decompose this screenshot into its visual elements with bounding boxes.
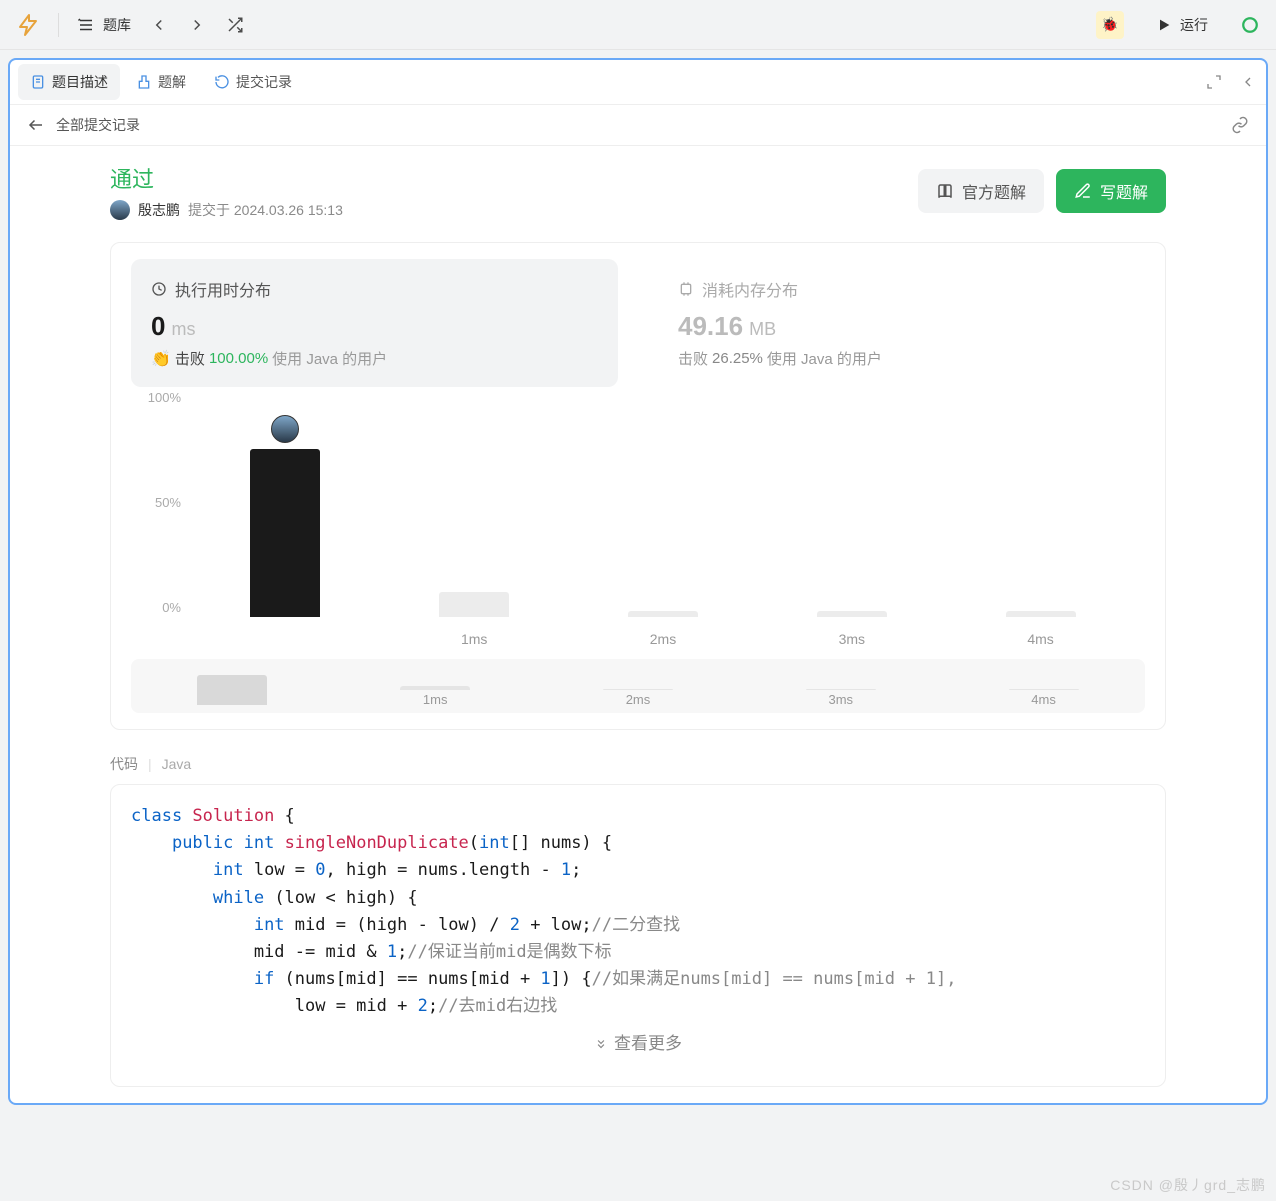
chart-xtick: 3ms (757, 631, 946, 647)
chart-xtick: 2ms (569, 631, 758, 647)
chart-bar (946, 397, 1135, 617)
collapse-icon[interactable] (1238, 72, 1258, 92)
run-label: 运行 (1180, 15, 1208, 35)
link-icon[interactable] (1230, 115, 1250, 135)
shuffle-icon[interactable] (225, 15, 245, 35)
submitted-at: 2024.03.26 15:13 (234, 202, 343, 218)
runtime-unit: ms (171, 319, 195, 340)
avatar (110, 200, 130, 220)
submitted-prefix: 提交于 (188, 202, 230, 218)
memory-title: 消耗内存分布 (702, 277, 798, 301)
list-icon[interactable]: 题库 (77, 15, 131, 35)
prev-icon[interactable] (149, 15, 169, 35)
runtime-beats-percent: 100.00% (209, 350, 268, 367)
chart-xtick: 4ms (946, 631, 1135, 647)
runtime-value: 0 (151, 311, 165, 342)
tab-bar: 题目描述 题解 提交记录 (10, 60, 1266, 105)
memory-unit: MB (749, 319, 776, 340)
memory-stat[interactable]: 消耗内存分布 49.16 MB 击败 26.25% 使用 Java 的用户 (658, 259, 1145, 387)
runtime-title: 执行用时分布 (175, 277, 271, 301)
all-submissions-label: 全部提交记录 (56, 115, 140, 135)
back-arrow-icon[interactable] (26, 115, 46, 135)
chart-xtick: 1ms (380, 631, 569, 647)
chart-marker-icon (271, 415, 299, 443)
chart-xtick (191, 631, 380, 647)
tab-solution-label: 题解 (158, 72, 186, 92)
tab-description-label: 题目描述 (52, 72, 108, 92)
clap-icon: 👏 (151, 349, 171, 369)
runtime-beats-prefix: 击败 (175, 348, 205, 369)
debug-badge-icon[interactable]: 🐞 (1096, 11, 1124, 39)
library-label: 题库 (103, 15, 131, 35)
memory-beats-suffix: 使用 Java 的用户 (767, 348, 882, 369)
chart-ytick: 100% (131, 390, 181, 405)
app-logo (16, 13, 40, 37)
top-toolbar: 题库 🐞 运行 (0, 0, 1276, 50)
memory-beats-percent: 26.25% (712, 350, 763, 367)
tab-submissions[interactable]: 提交记录 (202, 64, 304, 100)
main-panel: 题目描述 题解 提交记录 全部提交记录 通过 殷志鹏 提交于 2 (8, 58, 1268, 1105)
chart-bar (191, 397, 380, 617)
author-name: 殷志鹏 (138, 200, 180, 220)
code-block: class Solution { public int singleNonDup… (110, 784, 1166, 1087)
official-solution-label: 官方题解 (962, 179, 1026, 203)
toolbar-divider (58, 13, 59, 37)
code-header: 代码 | Java (110, 754, 1166, 774)
chart-ytick: 0% (131, 600, 181, 615)
memory-beats-prefix: 击败 (678, 348, 708, 369)
runtime-chart: 100%50%0% 1ms2ms3ms4ms (131, 397, 1145, 647)
memory-value: 49.16 (678, 311, 743, 342)
sub-header: 全部提交记录 (10, 105, 1266, 146)
view-more-button[interactable]: 查看更多 (131, 1021, 1145, 1068)
tab-description[interactable]: 题目描述 (18, 64, 120, 100)
run-button[interactable]: 运行 (1142, 9, 1222, 41)
chart-minimap[interactable]: 1ms2ms3ms4ms (131, 659, 1145, 713)
chart-ytick: 50% (131, 495, 181, 510)
runtime-stat[interactable]: 执行用时分布 0 ms 👏 击败 100.00% 使用 Java 的用户 (131, 259, 618, 387)
code-header-label: 代码 (110, 754, 138, 774)
write-solution-button[interactable]: 写题解 (1056, 169, 1166, 213)
chart-bar (569, 397, 758, 617)
view-more-label: 查看更多 (614, 1031, 682, 1058)
runtime-beats-suffix: 使用 Java 的用户 (272, 348, 387, 369)
next-icon[interactable] (187, 15, 207, 35)
expand-icon[interactable] (1204, 72, 1224, 92)
chart-bar (757, 397, 946, 617)
status-indicator-icon (1240, 15, 1260, 35)
write-solution-label: 写题解 (1100, 179, 1148, 203)
stats-card: 执行用时分布 0 ms 👏 击败 100.00% 使用 Java 的用户 消耗内存… (110, 242, 1166, 730)
status-pass: 通过 (110, 162, 343, 194)
tab-solution[interactable]: 题解 (124, 64, 198, 100)
watermark: CSDN @殷丿grd_志鹏 (1110, 1175, 1266, 1195)
status-row: 通过 殷志鹏 提交于 2024.03.26 15:13 官方题解 写题解 (110, 162, 1166, 220)
chart-bar (380, 397, 569, 617)
tab-submissions-label: 提交记录 (236, 72, 292, 92)
code-language: Java (162, 756, 192, 772)
official-solution-button[interactable]: 官方题解 (918, 169, 1044, 213)
